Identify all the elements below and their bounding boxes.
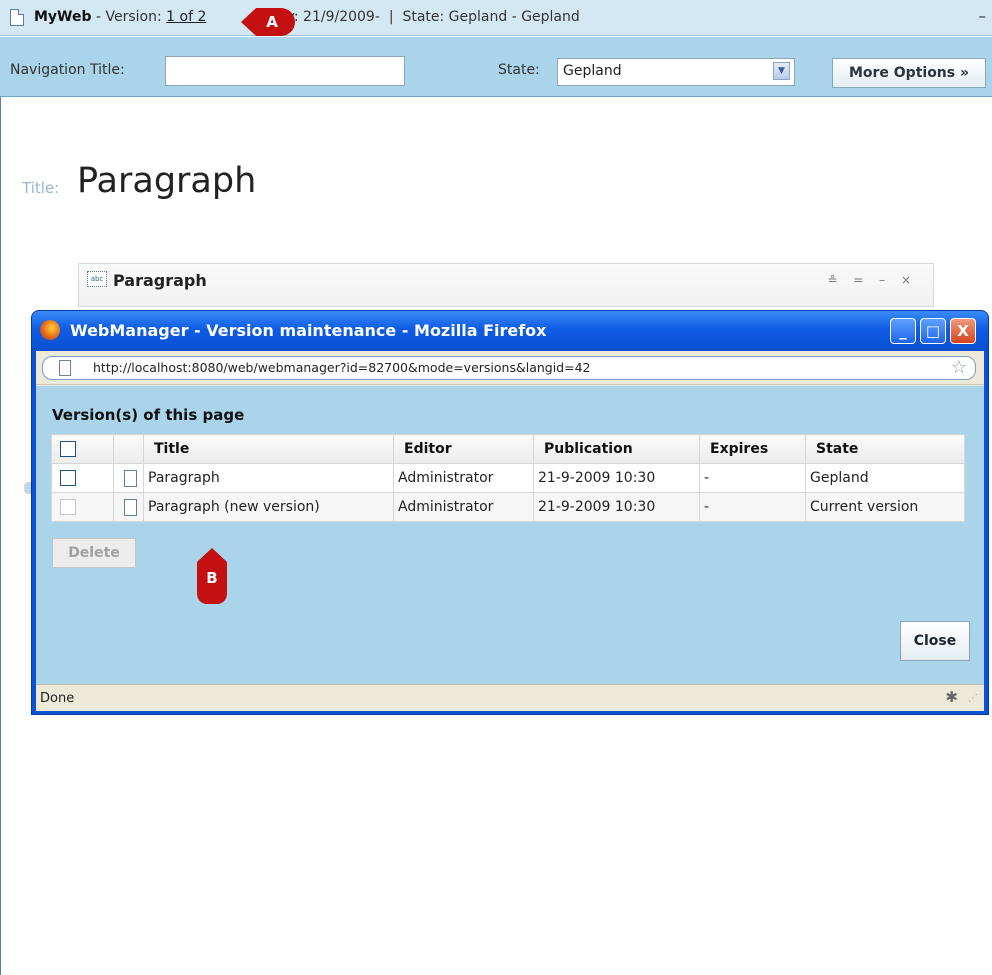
- row-editor: Administrator: [393, 492, 534, 522]
- column-header-editor[interactable]: Editor: [393, 434, 534, 464]
- address-bar-row: http://localhost:8080/web/webmanager?id=…: [36, 351, 984, 385]
- icon-column-header: [113, 434, 144, 464]
- window-body: http://localhost:8080/web/webmanager?id=…: [36, 351, 984, 711]
- page-icon: [59, 360, 71, 376]
- title-label: Title:: [22, 179, 60, 197]
- url-text: http://localhost:8080/web/webmanager?id=…: [93, 360, 591, 375]
- column-header-expires[interactable]: Expires: [699, 434, 806, 464]
- row-checkbox[interactable]: [60, 470, 76, 486]
- state-text: State: Gepland - Gepland: [402, 9, 580, 25]
- versions-heading: Version(s) of this page: [52, 406, 245, 424]
- version-label: - Version:: [91, 9, 167, 25]
- row-publication: 21-9-2009 10:30: [533, 463, 700, 493]
- row-title[interactable]: Paragraph: [143, 463, 394, 493]
- paragraph-block-title: Paragraph: [113, 271, 207, 290]
- paragraph-block-controls[interactable]: ≗ = – ×: [827, 273, 917, 287]
- page-status-line: MyWeb - Version: 1 of 2 dity: 21/9/2009- …: [34, 9, 580, 25]
- table-row[interactable]: Paragraph (new version) Administrator 21…: [51, 492, 965, 522]
- state-label: State:: [498, 62, 540, 78]
- page-icon: [123, 498, 137, 516]
- row-title[interactable]: Paragraph (new version): [143, 492, 394, 522]
- row-state: Current version: [805, 492, 965, 522]
- bookmark-star-icon[interactable]: ☆: [951, 357, 967, 378]
- document-icon: [10, 9, 24, 26]
- left-border: [0, 97, 1, 975]
- navigation-title-input[interactable]: [165, 56, 405, 86]
- version-maintenance-panel: Version(s) of this page Title Editor Pub…: [36, 386, 984, 684]
- row-publication: 21-9-2009 10:30: [533, 492, 700, 522]
- page-status-bar: MyWeb - Version: 1 of 2 dity: 21/9/2009- …: [0, 0, 992, 36]
- close-button[interactable]: Close: [900, 621, 970, 661]
- version-link[interactable]: 1 of 2: [166, 9, 206, 25]
- versions-table: Title Editor Publication Expires State P…: [51, 434, 965, 522]
- window-title: WebManager - Version maintenance - Mozil…: [70, 321, 547, 340]
- minimize-button[interactable]: _: [890, 318, 916, 344]
- separator: |: [388, 9, 394, 25]
- table-row[interactable]: Paragraph Administrator 21-9-2009 10:30 …: [51, 463, 965, 493]
- table-header-row: Title Editor Publication Expires State: [51, 434, 965, 464]
- paragraph-block[interactable]: abc Paragraph ≗ = – ×: [78, 263, 934, 307]
- delete-button[interactable]: Delete: [52, 538, 136, 568]
- navigation-title-label: Navigation Title:: [10, 62, 125, 78]
- firefox-logo-icon: [40, 320, 60, 340]
- resize-grip-icon[interactable]: ⋰: [968, 693, 978, 704]
- more-options-button[interactable]: More Options »: [832, 58, 986, 88]
- window-titlebar[interactable]: WebManager - Version maintenance - Mozil…: [32, 311, 988, 351]
- browser-status-bar: Done ✱ ⋰: [36, 684, 984, 711]
- row-expires: -: [699, 463, 806, 493]
- site-name: MyWeb: [34, 9, 92, 25]
- collapse-button[interactable]: –: [979, 7, 987, 25]
- page-title[interactable]: Paragraph: [77, 161, 256, 201]
- chevron-down-icon[interactable]: ▼: [773, 62, 790, 80]
- window-close-button[interactable]: X: [950, 318, 976, 344]
- row-expires: -: [699, 492, 806, 522]
- state-select-value: Gepland: [563, 63, 622, 79]
- firefox-popup-window: WebManager - Version maintenance - Mozil…: [31, 310, 989, 715]
- column-header-title[interactable]: Title: [143, 434, 394, 464]
- state-select[interactable]: Gepland: [557, 58, 795, 86]
- page-icon: [123, 469, 137, 487]
- column-header-state[interactable]: State: [805, 434, 965, 464]
- select-all-checkbox[interactable]: [60, 441, 76, 457]
- maximize-button[interactable]: □: [920, 318, 946, 344]
- text-block-icon: abc: [87, 271, 107, 287]
- row-editor: Administrator: [393, 463, 534, 493]
- address-bar[interactable]: http://localhost:8080/web/webmanager?id=…: [42, 356, 976, 380]
- column-header-publication[interactable]: Publication: [533, 434, 700, 464]
- row-checkbox-disabled: [60, 499, 76, 515]
- status-text: Done: [40, 691, 75, 706]
- bug-icon[interactable]: ✱: [945, 688, 958, 706]
- row-state: Gepland: [805, 463, 965, 493]
